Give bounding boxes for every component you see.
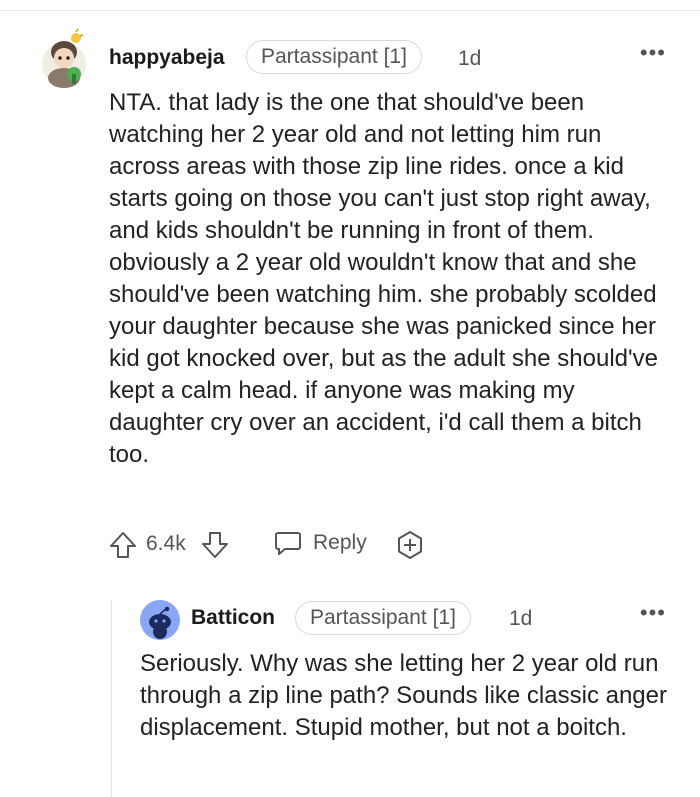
reply-label: Reply [313, 531, 367, 554]
top-divider [0, 0, 700, 11]
username[interactable]: happyabeja [109, 46, 225, 70]
arrow-down-icon[interactable] [200, 530, 230, 560]
arrow-up-icon[interactable] [108, 530, 138, 560]
comment: happyabeja Partassipant [1] 1d ••• NTA. … [36, 28, 676, 559]
reply-comment: Batticon Partassipant [1] 1d ••• Serious… [140, 598, 680, 741]
username[interactable]: Batticon [191, 606, 275, 630]
user-flair: Partassipant [1] [295, 601, 471, 635]
comment-age: 1d [458, 47, 482, 70]
comment-body: NTA. that lady is the one that should've… [109, 89, 658, 468]
comment-age: 1d [509, 607, 533, 630]
speech-bubble-icon [275, 532, 301, 555]
vote-score: 6.4k [146, 532, 186, 555]
more-options-icon[interactable]: ••• [640, 42, 666, 64]
comment-actions: 6.4k Reply [108, 526, 508, 566]
comment-body: Seriously. Why was she letting her 2 yea… [140, 650, 667, 741]
user-flair: Partassipant [1] [246, 40, 422, 74]
comment-header: happyabeja Partassipant [1] 1d ••• [36, 28, 676, 90]
award-plus-icon[interactable] [395, 530, 425, 560]
reply-button[interactable]: Reply [273, 528, 367, 558]
thread-line[interactable] [111, 600, 112, 797]
default-snoo-avatar-icon[interactable] [140, 600, 180, 640]
more-options-icon[interactable]: ••• [640, 602, 666, 624]
snoo-avatar-icon[interactable] [36, 28, 94, 90]
